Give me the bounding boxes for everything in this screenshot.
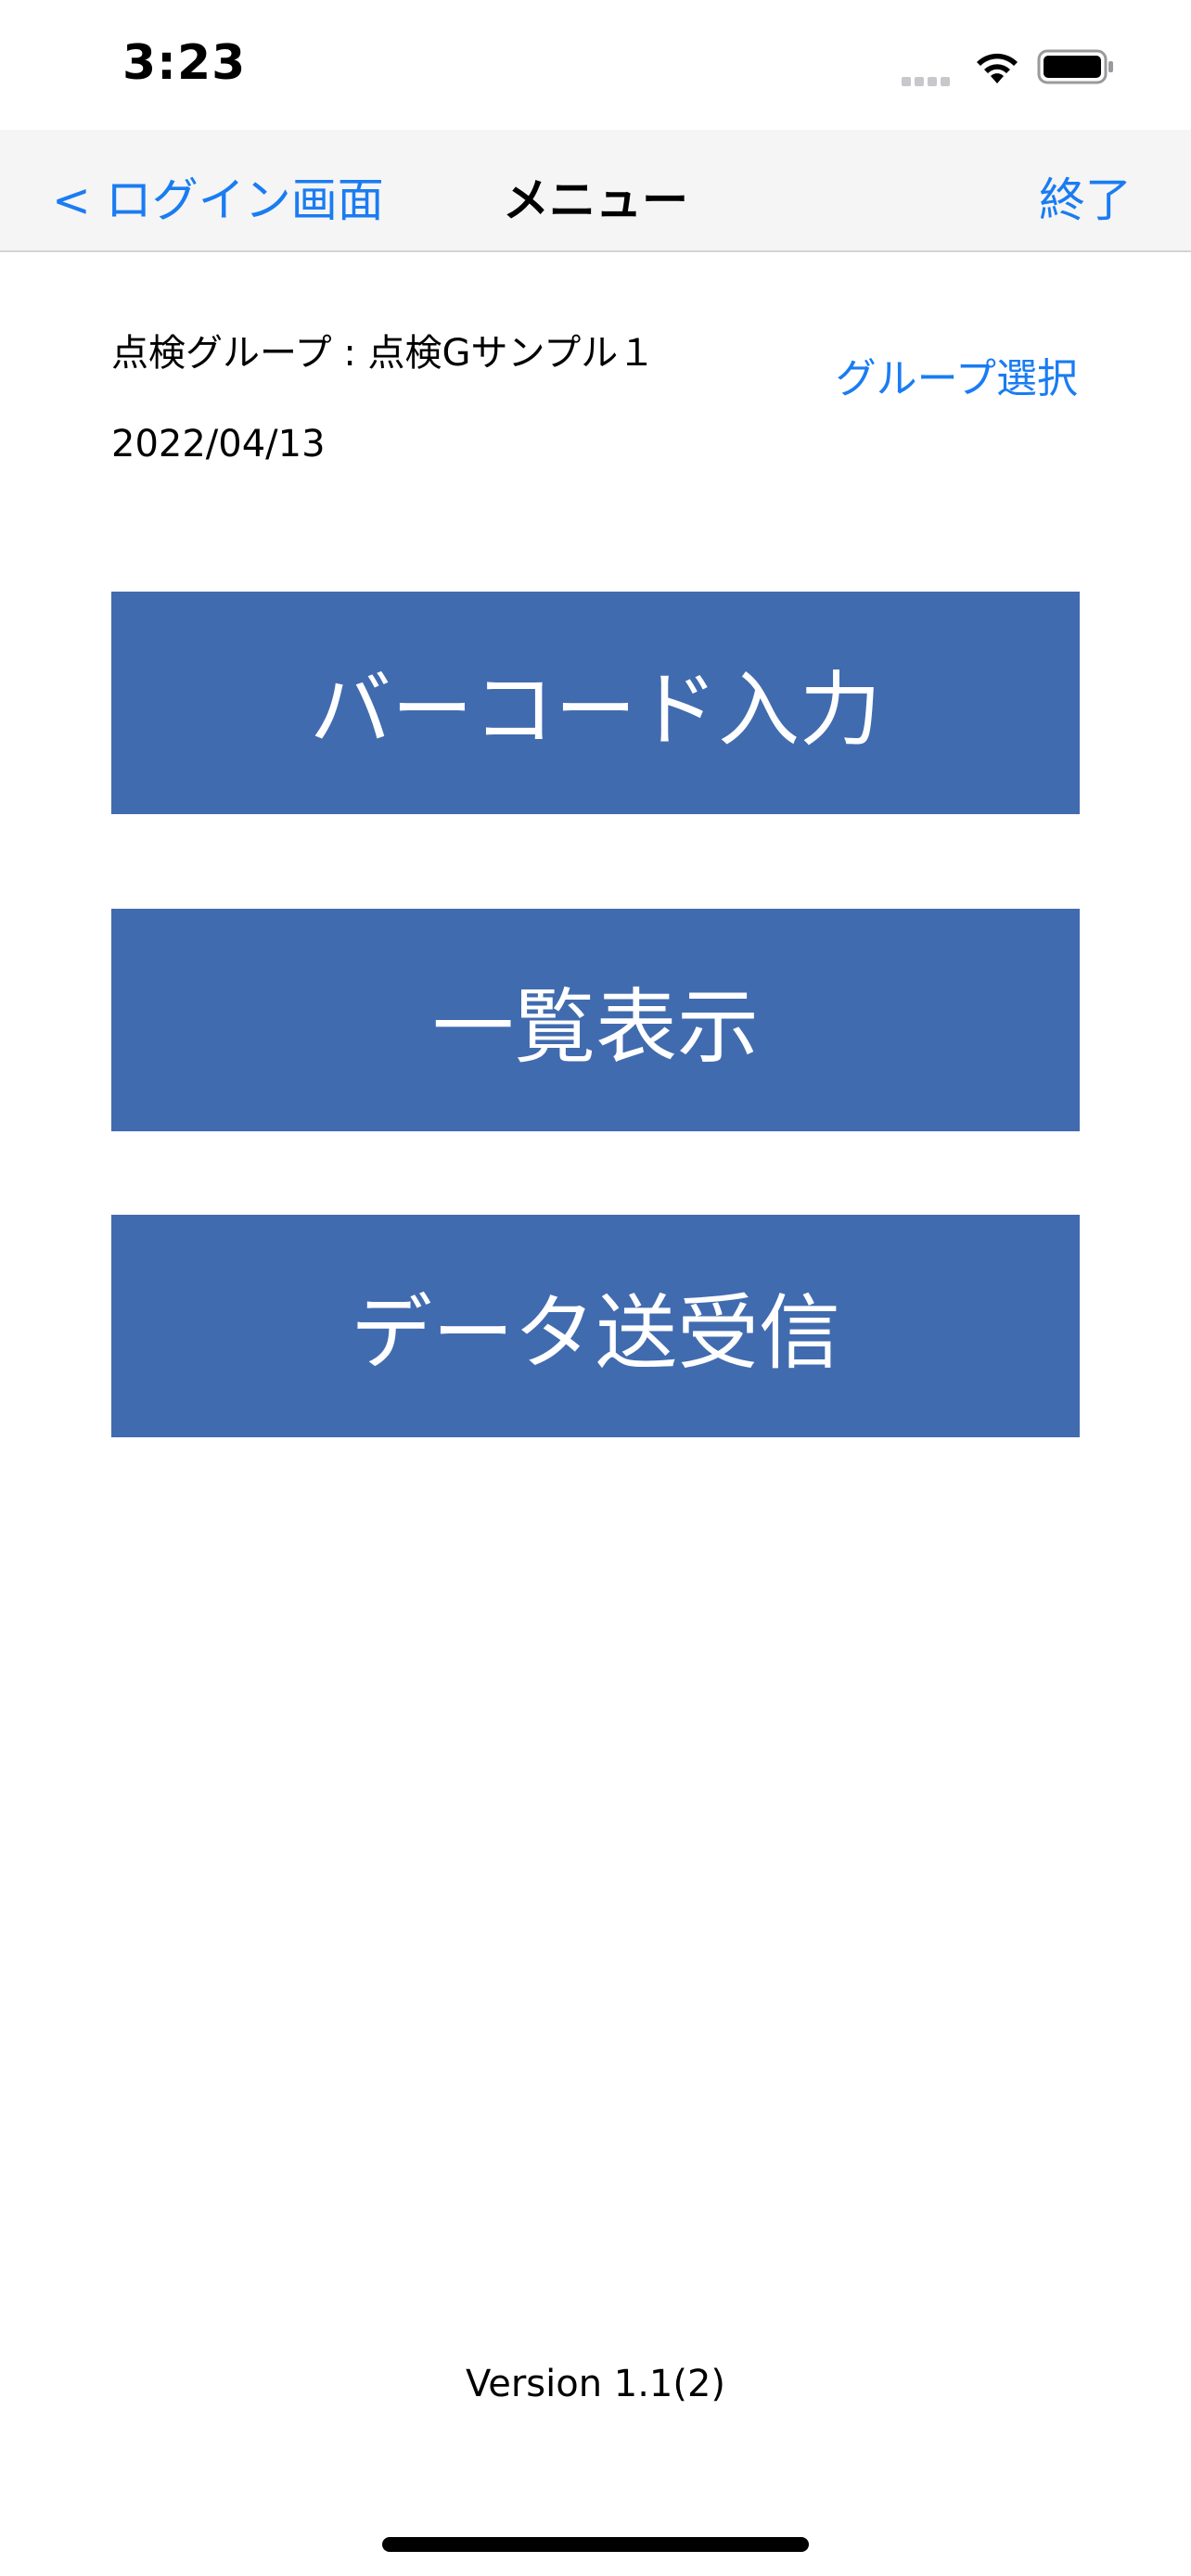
wifi-icon	[977, 53, 1018, 83]
date-label: 2022/04/13	[111, 423, 326, 465]
data-sync-button[interactable]: データ送受信	[111, 1215, 1080, 1437]
page-title: メニュー	[503, 173, 688, 227]
group-select-button[interactable]: グループ選択	[836, 345, 1078, 404]
barcode-input-button[interactable]: バーコード入力	[111, 592, 1080, 814]
navigation-bar: < ログイン画面 メニュー 終了	[0, 130, 1191, 252]
inspection-group-label: 点検グループ : 点検Gサンプル１	[111, 332, 656, 375]
battery-icon	[1037, 49, 1113, 84]
exit-button[interactable]: 終了	[1039, 163, 1132, 230]
home-indicator	[382, 2537, 809, 2552]
status-time: 3:23	[122, 35, 247, 91]
cellular-signal-icon	[902, 72, 957, 86]
version-label: Version 1.1(2)	[465, 2363, 726, 2405]
app-screen: 3:23 < ログイン画面 メニュー 終了 点検グループ : 点検Gサンプル１ …	[0, 0, 1191, 2576]
list-view-button[interactable]: 一覧表示	[111, 909, 1080, 1131]
status-bar: 3:23	[0, 0, 1191, 130]
